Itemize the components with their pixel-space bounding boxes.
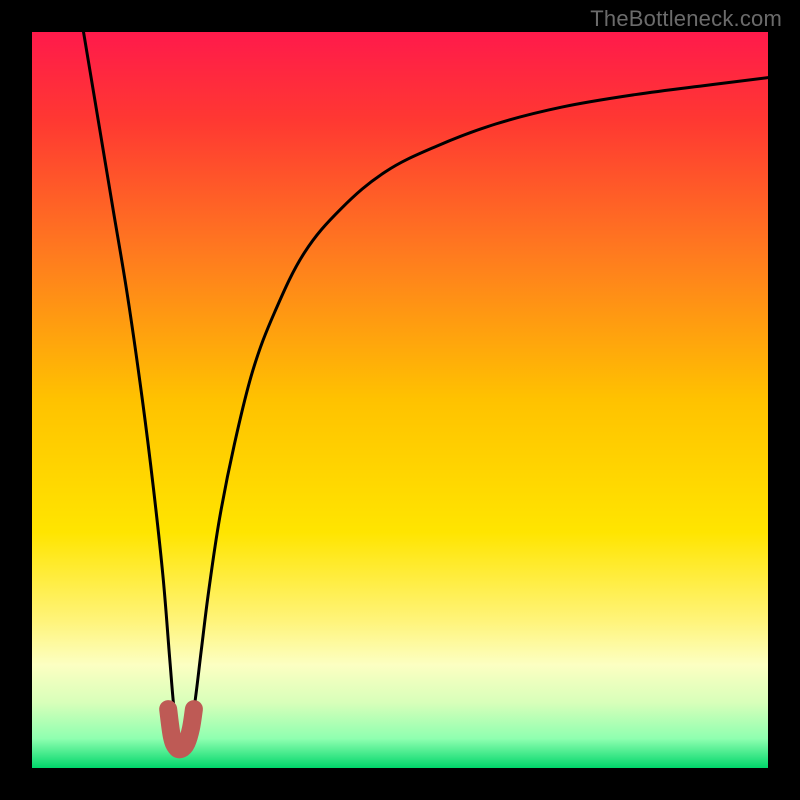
plot-area <box>32 32 768 768</box>
chart-frame: TheBottleneck.com <box>0 0 800 800</box>
watermark-text: TheBottleneck.com <box>590 6 782 32</box>
bottleneck-chart <box>32 32 768 768</box>
